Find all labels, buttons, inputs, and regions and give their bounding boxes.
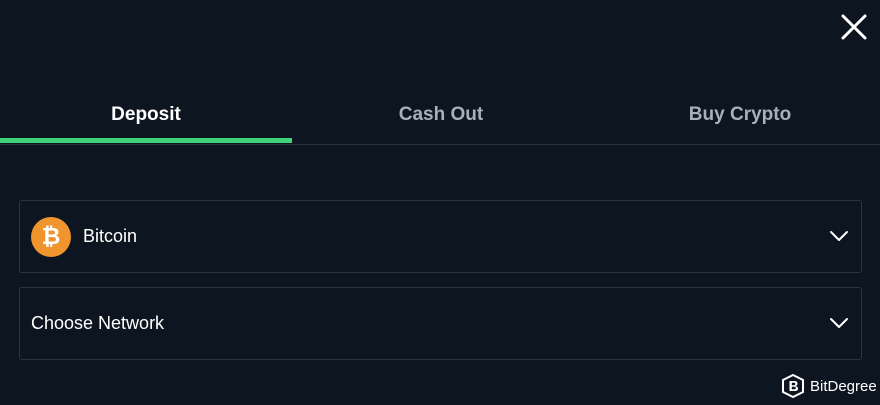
bitcoin-icon: ₿ [31, 217, 71, 257]
bitdegree-logo-icon [782, 374, 804, 398]
close-button[interactable] [840, 13, 868, 41]
bitcoin-glyph: ₿ [41, 223, 61, 250]
tab-label: Deposit [111, 104, 181, 125]
tab-label: Buy Crypto [688, 104, 792, 125]
chevron-down-icon [829, 316, 849, 330]
bitdegree-watermark: BitDegree [782, 373, 877, 399]
tab-deposit[interactable]: Deposit [0, 86, 292, 144]
active-tab-indicator [0, 138, 292, 143]
tab-bar: Deposit Cash Out Buy Crypto [0, 86, 880, 145]
currency-select[interactable]: ₿ Bitcoin [19, 200, 862, 273]
currency-select-value: Bitcoin [83, 226, 138, 246]
network-select[interactable]: Choose Network [19, 287, 862, 360]
tab-buy-crypto[interactable]: Buy Crypto [590, 86, 880, 144]
tab-cash-out[interactable]: Cash Out [292, 86, 590, 144]
tab-label: Cash Out [398, 104, 484, 125]
watermark-text: BitDegree [810, 377, 877, 395]
network-select-value: Choose Network [31, 313, 165, 333]
chevron-down-icon [829, 229, 849, 243]
close-icon [841, 14, 867, 40]
